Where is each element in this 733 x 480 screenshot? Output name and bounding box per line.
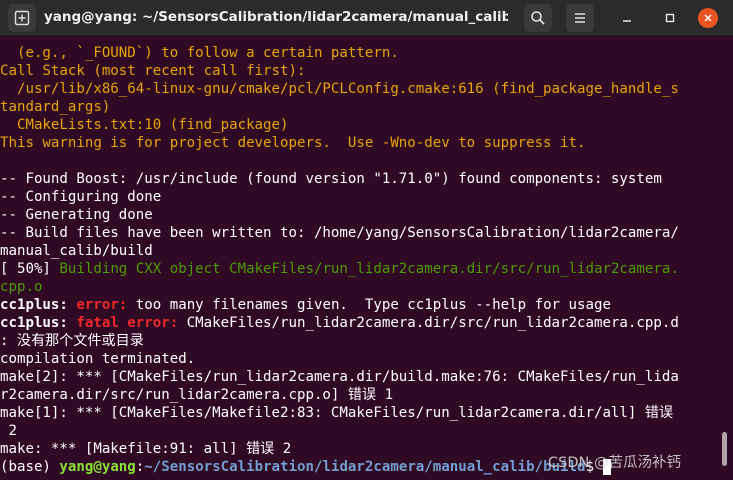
hamburger-menu-icon	[575, 13, 585, 23]
terminal-line: make[1]: *** [CMakeFiles/Makefile2:83: C…	[0, 405, 674, 421]
search-button[interactable]	[524, 4, 552, 32]
minimize-button[interactable]	[617, 8, 637, 28]
terminal-line: (e.g., `_FOUND`) to follow a certain pat…	[0, 45, 399, 61]
error-message: too many filenames given. Type cc1plus -…	[135, 297, 611, 313]
maximize-button[interactable]	[660, 8, 680, 28]
prompt-user: yang@yang	[59, 459, 136, 475]
shell-prompt[interactable]: (base) yang@yang:~/SensorsCalibration/li…	[0, 458, 611, 476]
prompt-separator: :	[135, 459, 145, 475]
new-tab-icon	[14, 10, 30, 26]
terminal-line: : 没有那个文件或目录	[0, 333, 144, 349]
error-tag: error:	[76, 297, 136, 313]
title-bar: yang@yang: ~/SensorsCalibration/lidar2ca…	[0, 0, 733, 36]
terminal-line: This warning is for project developers. …	[0, 135, 586, 151]
terminal-line: r2camera.dir/src/run_lidar2camera.cpp.o]…	[0, 387, 394, 403]
terminal-line: cc1plus: error: too many filenames given…	[0, 296, 611, 314]
search-icon	[531, 11, 545, 25]
new-tab-button[interactable]	[8, 4, 36, 32]
terminal-line: /usr/lib/x86_64-linux-gnu/cmake/pcl/PCLC…	[0, 81, 679, 97]
terminal-line: cc1plus: fatal error: CMakeFiles/run_lid…	[0, 314, 679, 332]
terminal-line: CMakeLists.txt:10 (find_package)	[0, 117, 289, 133]
terminal-line: -- Build files have been written to: /ho…	[0, 225, 679, 241]
compiler-name: cc1plus:	[0, 297, 77, 313]
scrollbar[interactable]	[722, 432, 727, 466]
conda-env: (base)	[0, 459, 60, 475]
terminal-line: manual_calib/build	[0, 243, 153, 259]
terminal-line: -- Configuring done	[0, 189, 162, 205]
terminal-line: make[2]: *** [CMakeFiles/run_lidar2camer…	[0, 369, 679, 385]
close-icon	[704, 14, 712, 22]
window-title: yang@yang: ~/SensorsCalibration/lidar2ca…	[44, 9, 508, 25]
prompt-path: ~/SensorsCalibration/lidar2camera/manual…	[144, 459, 586, 475]
terminal-line: Call Stack (most recent call first):	[0, 63, 306, 79]
menu-button[interactable]	[566, 4, 594, 32]
terminal-line: [ 50%] Building CXX object CMakeFiles/ru…	[0, 260, 679, 278]
build-progress-message: Building CXX object CMakeFiles/run_lidar…	[59, 261, 679, 277]
terminal-line: -- Found Boost: /usr/include (found vers…	[0, 171, 662, 187]
compiler-name: cc1plus:	[0, 315, 77, 331]
fatal-error-tag: fatal error:	[76, 315, 187, 331]
terminal-line: 2	[0, 423, 17, 439]
error-message: CMakeFiles/run_lidar2camera.dir/src/run_…	[186, 315, 679, 331]
terminal-line: make: *** [Makefile:91: all] 错误 2	[0, 441, 292, 457]
watermark: CSDN @苦瓜汤补钙	[548, 455, 681, 471]
terminal-output[interactable]: (e.g., `_FOUND`) to follow a certain pat…	[0, 44, 733, 480]
terminal-line: tandard_args)	[0, 99, 111, 115]
minimize-icon	[623, 20, 631, 22]
maximize-icon	[665, 13, 675, 23]
close-button[interactable]	[698, 8, 718, 28]
progress-percent: [ 50%]	[0, 261, 60, 277]
terminal-line: compilation terminated.	[0, 351, 196, 367]
terminal-line: -- Generating done	[0, 207, 153, 223]
terminal-line: cpp.o	[0, 279, 43, 295]
